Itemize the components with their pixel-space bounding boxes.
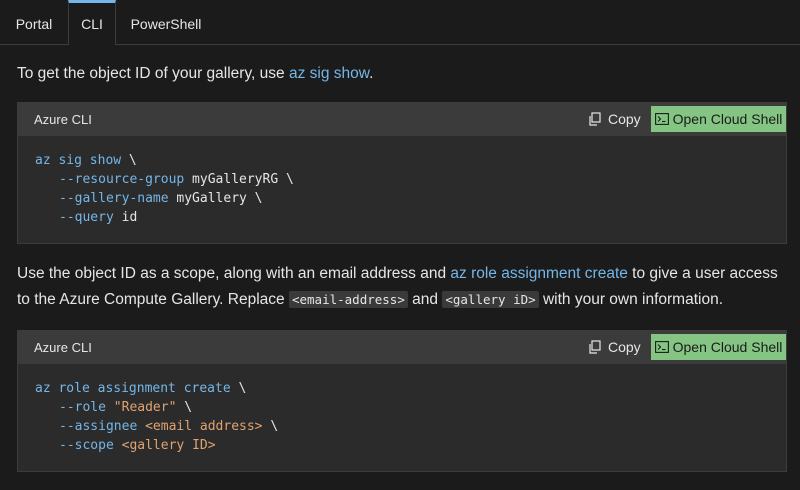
code-text: \ (262, 419, 279, 434)
code-string: "Reader" (113, 400, 177, 415)
terminal-icon (654, 113, 669, 125)
intro-suffix: . (369, 65, 374, 82)
code-text: myGallery \ (168, 191, 263, 206)
open-cloud-shell-label: Open Cloud Shell (672, 111, 783, 127)
code-command: az role assignment create (35, 381, 231, 396)
code-header: Azure CLI Copy Open Cloud Shell (18, 103, 786, 136)
code-text: myGalleryRG \ (184, 172, 294, 187)
code-text: id (113, 210, 138, 225)
paragraph-text: to give a user access (627, 265, 778, 282)
tab-bar: Portal CLI PowerShell (0, 0, 800, 45)
code-header: Azure CLI Copy Open Cloud Shell (18, 331, 786, 364)
paragraph-text: and (407, 291, 443, 308)
role-assignment-paragraph: Use the object ID as a scope, along with… (17, 261, 797, 313)
intro-text: To get the object ID of your gallery, us… (17, 65, 289, 82)
copy-button[interactable]: Copy (588, 336, 641, 358)
code-string: <gallery ID> (121, 438, 216, 453)
code-param: --resource-group (59, 172, 185, 187)
code-text: \ (121, 153, 137, 168)
code-param: --role (59, 400, 106, 415)
az-sig-show-link[interactable]: az sig show (289, 65, 369, 82)
code-language-label: Azure CLI (34, 340, 92, 355)
code-text: \ (230, 381, 247, 396)
code-param: --scope (59, 438, 114, 453)
code-param: --query (59, 210, 114, 225)
az-role-assignment-create-link[interactable]: az role assignment create (450, 265, 627, 282)
copy-icon (589, 340, 601, 354)
code-param: --assignee (59, 419, 138, 434)
open-cloud-shell-button[interactable]: Open Cloud Shell (651, 334, 786, 360)
code-block-role-assignment: Azure CLI Copy Open Cloud Shell az role … (17, 330, 787, 472)
tab-portal[interactable]: Portal (0, 0, 68, 44)
code-command: az sig show (35, 153, 122, 168)
copy-label: Copy (608, 339, 641, 355)
code-string: <email address> (145, 419, 263, 434)
copy-button[interactable]: Copy (588, 108, 641, 130)
open-cloud-shell-button[interactable]: Open Cloud Shell (651, 106, 786, 132)
code-block-sig-show: Azure CLI Copy Open Cloud Shell az sig s… (17, 102, 787, 244)
code-content: az role assignment create \ --role "Read… (18, 364, 786, 455)
tab-cli[interactable]: CLI (68, 0, 116, 45)
paragraph-text: to the Azure Compute Gallery. Replace (17, 291, 289, 308)
paragraph-text: with your own information. (538, 291, 724, 308)
code-language-label: Azure CLI (34, 112, 92, 127)
paragraph-text: Use the object ID as a scope, along with… (17, 265, 451, 282)
copy-label: Copy (608, 111, 641, 127)
intro-paragraph: To get the object ID of your gallery, us… (17, 61, 797, 87)
code-param: --gallery-name (59, 191, 169, 206)
tab-powershell[interactable]: PowerShell (116, 0, 216, 44)
terminal-icon (654, 341, 669, 353)
copy-icon (589, 112, 601, 126)
open-cloud-shell-label: Open Cloud Shell (672, 339, 783, 355)
inline-code-gallery-id: <gallery iD> (442, 291, 539, 308)
inline-code-email: <email-address> (288, 291, 408, 308)
code-text: \ (176, 400, 193, 415)
code-content: az sig show \ --resource-group myGallery… (18, 136, 786, 227)
